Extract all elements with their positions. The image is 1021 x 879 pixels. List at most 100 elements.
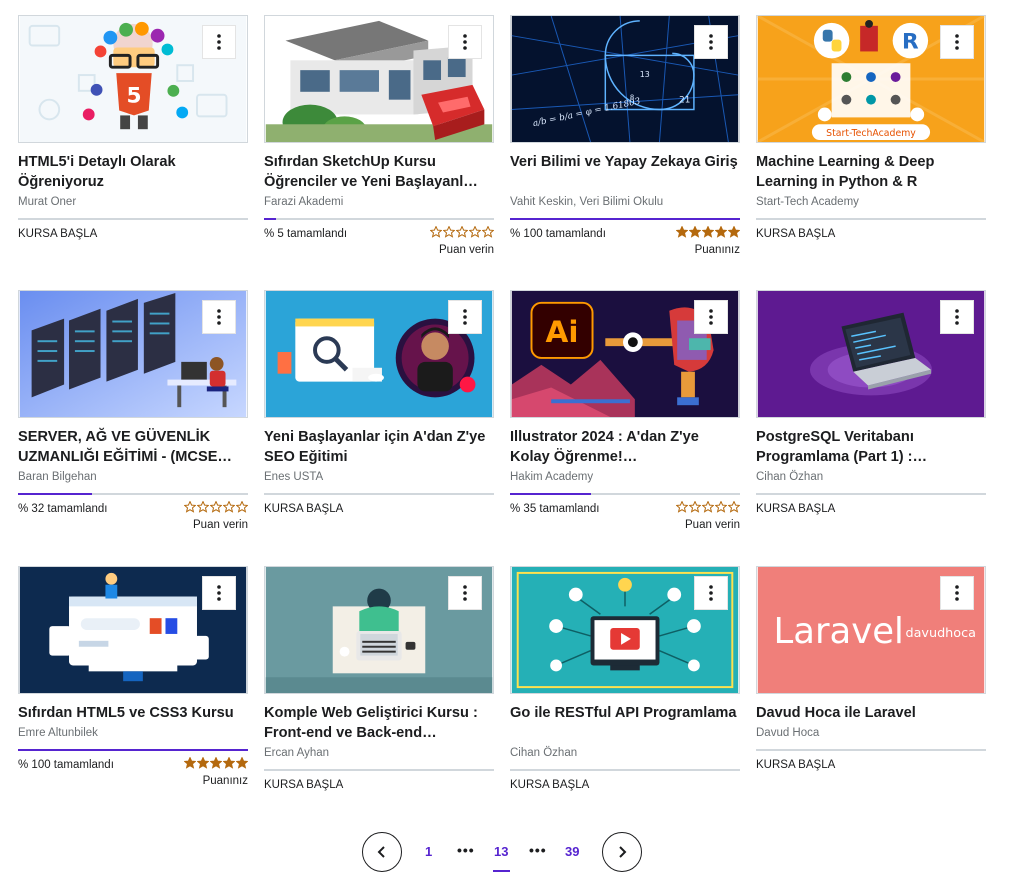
star-filled-icon[interactable]	[210, 757, 222, 769]
course-card[interactable]: Sıfırdan SketchUp Kursu Öğrenciler ve Ye…	[264, 15, 494, 257]
rating-stars[interactable]	[676, 501, 740, 513]
page-number-first[interactable]: 1	[425, 844, 432, 859]
star-outline-icon[interactable]	[728, 501, 740, 513]
course-thumbnail[interactable]: 13 21 8 a/b = b/a = φ = 1.61803	[510, 15, 740, 143]
course-card[interactable]: SERVER, AĞ VE GÜVENLİK UZMANLIĞI EĞİTİMİ…	[18, 290, 248, 532]
progress-text: % 100 tamamlandı	[18, 759, 114, 771]
star-outline-icon[interactable]	[210, 501, 222, 513]
course-card[interactable]: Yeni Başlayanlar için A'dan Z'ye SEO Eği…	[264, 290, 494, 532]
start-course-link[interactable]: KURSA BAŞLA	[756, 758, 835, 772]
course-options-button[interactable]	[202, 25, 236, 59]
course-thumbnail[interactable]	[264, 566, 494, 694]
course-options-button[interactable]	[202, 576, 236, 610]
course-options-button[interactable]	[940, 25, 974, 59]
star-filled-icon[interactable]	[236, 757, 248, 769]
course-options-button[interactable]	[448, 576, 482, 610]
star-filled-icon[interactable]	[223, 757, 235, 769]
course-title[interactable]: Go ile RESTful API Programlama	[510, 703, 740, 743]
course-thumbnail[interactable]: Ai	[510, 290, 740, 418]
rating-stars[interactable]	[184, 501, 248, 513]
course-title[interactable]: Sıfırdan SketchUp Kursu Öğrenciler ve Ye…	[264, 152, 494, 192]
course-card[interactable]: 13 21 8 a/b = b/a = φ = 1.61803 Veri Bil…	[510, 15, 740, 257]
svg-text:13: 13	[640, 70, 650, 79]
start-course-link[interactable]: KURSA BAŞLA	[510, 778, 589, 792]
start-course-link[interactable]: KURSA BAŞLA	[264, 502, 343, 516]
course-options-button[interactable]	[694, 576, 728, 610]
course-title[interactable]: Davud Hoca ile Laravel	[756, 703, 986, 723]
rating-label[interactable]: Puan verin	[685, 518, 740, 532]
course-thumbnail[interactable]	[18, 290, 248, 418]
course-options-button[interactable]	[448, 300, 482, 334]
course-card[interactable]: Sıfırdan HTML5 ve CSS3 Kursu Emre Altunb…	[18, 566, 248, 788]
rating-stars[interactable]	[430, 226, 494, 238]
star-filled-icon[interactable]	[715, 226, 727, 238]
star-outline-icon[interactable]	[482, 226, 494, 238]
course-title[interactable]: HTML5'i Detaylı Olarak Öğreniyoruz	[18, 152, 248, 192]
course-thumbnail[interactable]: Laravel davudhoca	[756, 566, 986, 694]
course-thumbnail[interactable]	[264, 15, 494, 143]
star-outline-icon[interactable]	[223, 501, 235, 513]
course-card[interactable]: Komple Web Geliştirici Kursu : Front-end…	[264, 566, 494, 808]
course-card[interactable]: PostgreSQL Veritabanı Programlama (Part …	[756, 290, 986, 532]
star-outline-icon[interactable]	[197, 501, 209, 513]
previous-page-button[interactable]	[362, 832, 402, 872]
course-thumbnail[interactable]	[510, 566, 740, 694]
course-card[interactable]: 5 HTML5'i Detaylı Olarak Öğreniyoruz Mur…	[18, 15, 248, 257]
star-outline-icon[interactable]	[469, 226, 481, 238]
star-outline-icon[interactable]	[430, 226, 442, 238]
course-title[interactable]: Machine Learning & Deep Learning in Pyth…	[756, 152, 986, 192]
star-outline-icon[interactable]	[715, 501, 727, 513]
star-filled-icon[interactable]	[676, 226, 688, 238]
start-course-link[interactable]: KURSA BAŞLA	[18, 227, 97, 241]
rating-label[interactable]: Puan verin	[439, 243, 494, 257]
rating-label[interactable]: Puan verin	[193, 518, 248, 532]
course-options-button[interactable]	[940, 576, 974, 610]
start-course-link[interactable]: KURSA BAŞLA	[756, 502, 835, 516]
star-filled-icon[interactable]	[197, 757, 209, 769]
page-number-last[interactable]: 39	[565, 844, 579, 859]
course-options-button[interactable]	[202, 300, 236, 334]
course-options-button[interactable]	[448, 25, 482, 59]
star-outline-icon[interactable]	[676, 501, 688, 513]
course-title[interactable]: Sıfırdan HTML5 ve CSS3 Kursu	[18, 703, 248, 723]
course-card[interactable]: Laravel davudhoca Davud Hoca ile Laravel…	[756, 566, 986, 788]
course-card[interactable]: Go ile RESTful API Programlama Cihan Özh…	[510, 566, 740, 808]
star-outline-icon[interactable]	[702, 501, 714, 513]
course-thumbnail[interactable]	[18, 566, 248, 694]
star-outline-icon[interactable]	[443, 226, 455, 238]
course-options-button[interactable]	[694, 300, 728, 334]
course-title[interactable]: PostgreSQL Veritabanı Programlama (Part …	[756, 427, 986, 467]
progress-fill	[510, 493, 591, 495]
chevron-right-icon	[619, 846, 627, 858]
rating-stars[interactable]	[676, 226, 740, 238]
star-filled-icon[interactable]	[689, 226, 701, 238]
course-author: Farazi Akademi	[264, 196, 344, 208]
star-filled-icon[interactable]	[728, 226, 740, 238]
star-outline-icon[interactable]	[689, 501, 701, 513]
course-options-button[interactable]	[694, 25, 728, 59]
star-filled-icon[interactable]	[184, 757, 196, 769]
rating-label[interactable]: Puanınız	[695, 243, 740, 257]
course-title[interactable]: Komple Web Geliştirici Kursu : Front-end…	[264, 703, 494, 743]
course-title[interactable]: Illustrator 2024 : A'dan Z'ye Kolay Öğre…	[510, 427, 740, 467]
star-outline-icon[interactable]	[184, 501, 196, 513]
rating-label[interactable]: Puanınız	[203, 774, 248, 788]
course-options-button[interactable]	[940, 300, 974, 334]
course-thumbnail[interactable]: 5	[18, 15, 248, 143]
star-outline-icon[interactable]	[456, 226, 468, 238]
page-number-current[interactable]: 13	[494, 844, 508, 859]
course-title[interactable]: SERVER, AĞ VE GÜVENLİK UZMANLIĞI EĞİTİMİ…	[18, 427, 248, 467]
start-course-link[interactable]: KURSA BAŞLA	[756, 227, 835, 241]
course-card[interactable]: R Start-TechAcademy Machine Learning & D…	[756, 15, 986, 257]
course-card[interactable]: Ai Illustrator 2024 : A'dan Z'ye Kolay Ö…	[510, 290, 740, 532]
star-filled-icon[interactable]	[702, 226, 714, 238]
star-outline-icon[interactable]	[236, 501, 248, 513]
course-thumbnail[interactable]: R Start-TechAcademy	[756, 15, 986, 143]
course-title[interactable]: Yeni Başlayanlar için A'dan Z'ye SEO Eği…	[264, 427, 494, 467]
next-page-button[interactable]	[602, 832, 642, 872]
start-course-link[interactable]: KURSA BAŞLA	[264, 778, 343, 792]
course-thumbnail[interactable]	[264, 290, 494, 418]
rating-stars[interactable]	[184, 757, 248, 769]
course-thumbnail[interactable]	[756, 290, 986, 418]
course-title[interactable]: Veri Bilimi ve Yapay Zekaya Giriş	[510, 152, 740, 192]
